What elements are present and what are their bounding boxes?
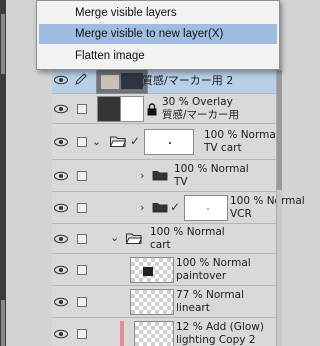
layer-blend: 77 % Normal	[176, 289, 245, 301]
layer-blend: 100 % Normal	[204, 129, 279, 141]
left-scroll-thumb-bottom[interactable]	[1, 300, 5, 346]
layer-blend: 100 % Normal	[174, 163, 249, 175]
eye-icon[interactable]	[54, 265, 68, 275]
layer-row-folder[interactable]: ⌄ 100 % Normal cart	[52, 224, 276, 254]
layer-blend: 100 % Normal	[230, 195, 305, 207]
layer-row[interactable]: 30 % Overlay 質感/マーカー用	[52, 94, 276, 124]
layer-row-selected[interactable]: 質感/マーカー用 2	[52, 66, 276, 94]
layer-name: 質感/マーカー用	[162, 109, 240, 121]
folder-open-icon	[126, 233, 142, 244]
layer-name: lineart	[176, 302, 210, 314]
menu-item-flatten-image[interactable]: Flatten image	[39, 46, 277, 66]
layer-name: paintover	[176, 270, 227, 282]
layer-thumbnail	[144, 129, 194, 155]
folder-icon	[152, 203, 168, 213]
layer-checkbox[interactable]	[77, 104, 87, 114]
layer-blend: 100 % Normal	[176, 257, 251, 269]
layer-row-folder[interactable]: › ✓ 100 % Normal VCR	[52, 192, 305, 224]
layer-mask-thumbnail	[120, 96, 144, 122]
layer-name: TV cart	[204, 142, 242, 154]
folder-open-icon	[110, 136, 126, 147]
layer-thumbnail	[130, 257, 174, 283]
lock-icon[interactable]	[146, 103, 158, 116]
layer-name: VCR	[230, 208, 252, 220]
layer-info: 77 % Normal lineart	[176, 289, 244, 315]
layer-blend: 30 % Overlay	[162, 96, 233, 108]
eye-icon[interactable]	[54, 75, 68, 85]
check-icon: ✓	[170, 200, 181, 214]
layer-name: lighting Copy 2	[176, 334, 256, 346]
eye-icon[interactable]	[54, 203, 68, 213]
layer-info: 12 % Add (Glow) lighting Copy 2	[176, 321, 264, 346]
layer-row-folder[interactable]: ⌄ ✓ 100 % Normal TV cart	[52, 124, 279, 160]
chevron-right-icon[interactable]: ›	[140, 169, 144, 182]
layer-name: 質感/マーカー用 2	[142, 74, 234, 87]
chevron-down-icon[interactable]: ⌄	[92, 135, 101, 148]
layer-name: cart	[150, 239, 171, 251]
check-icon: ✓	[130, 134, 141, 148]
layer-checkbox[interactable]	[77, 234, 87, 244]
left-scroll-thumb[interactable]	[1, 14, 5, 74]
chevron-down-icon[interactable]: ⌄	[110, 231, 119, 244]
layer-row[interactable]: 100 % Normal paintover	[52, 254, 276, 286]
layer-checkbox[interactable]	[77, 171, 87, 181]
layer-thumbnail	[96, 68, 148, 94]
eye-icon[interactable]	[54, 234, 68, 244]
eye-icon[interactable]	[54, 329, 68, 339]
color-label	[120, 321, 124, 346]
canvas-edge	[0, 0, 6, 346]
layer-thumbnail	[130, 289, 174, 315]
menu-item-merge-visible[interactable]: Merge visible layers	[39, 3, 277, 23]
layer-info: 100 % Normal paintover	[176, 257, 251, 283]
layer-checkbox[interactable]	[77, 203, 87, 213]
layer-checkbox[interactable]	[77, 297, 87, 307]
menu-item-merge-visible-new-layer[interactable]: Merge visible to new layer(X)	[39, 24, 277, 44]
layer-row[interactable]: 77 % Normal lineart	[52, 286, 276, 318]
layer-info: 100 % Normal TV cart	[204, 129, 279, 155]
eye-icon[interactable]	[54, 297, 68, 307]
layer-thumbnail	[134, 321, 174, 346]
layer-row-folder[interactable]: › 100 % Normal TV	[52, 160, 276, 192]
layer-info: 30 % Overlay 質感/マーカー用	[162, 96, 239, 122]
layer-info: 100 % Normal VCR	[230, 195, 305, 221]
layer-blend: 12 % Add (Glow)	[176, 321, 264, 333]
layer-blend: 100 % Normal	[150, 226, 225, 238]
chevron-right-icon[interactable]: ›	[140, 201, 144, 214]
layer-row[interactable]: 12 % Add (Glow) lighting Copy 2	[52, 318, 276, 346]
folder-icon	[152, 171, 168, 181]
layer-info: 100 % Normal TV	[174, 163, 249, 189]
eye-icon[interactable]	[54, 171, 68, 181]
eye-icon[interactable]	[54, 137, 68, 147]
layer-name: TV	[174, 176, 188, 188]
eye-icon[interactable]	[54, 104, 68, 114]
layer-checkbox[interactable]	[77, 329, 87, 339]
layer-checkbox[interactable]	[77, 265, 87, 275]
layer-info: 100 % Normal cart	[150, 226, 225, 252]
layer-checkbox[interactable]	[77, 137, 87, 147]
layer-thumbnail	[184, 195, 228, 221]
pencil-icon	[75, 73, 87, 85]
context-menu: Merge visible layers Merge visible to ne…	[36, 0, 280, 70]
scrollbar-handle[interactable]	[277, 70, 282, 190]
